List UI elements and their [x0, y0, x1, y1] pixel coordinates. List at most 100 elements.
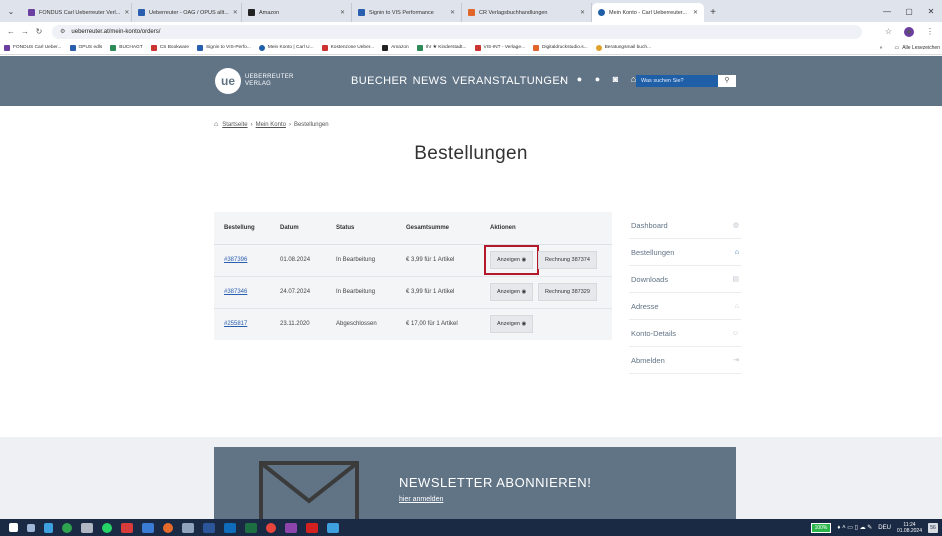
wifi-icon[interactable]: [44, 522, 53, 533]
bookmark-item[interactable]: Ihr ★ Kinderstadt...: [416, 44, 467, 51]
notifications-badge[interactable]: 56: [928, 522, 938, 533]
order-link[interactable]: #387346: [224, 289, 247, 295]
logout-icon: ⇥: [733, 357, 739, 364]
site-info-icon[interactable]: ⚙: [60, 28, 65, 35]
table-row: #255817 23.11.2020 Abgeschlossen € 17,00…: [214, 308, 612, 340]
browser-tab[interactable]: CR Verlagsbuchhandlungen ✕: [462, 3, 592, 22]
tab-close-icon[interactable]: ✕: [336, 9, 345, 16]
instagram-icon[interactable]: ◙: [611, 74, 620, 84]
tab-close-icon[interactable]: ✕: [689, 9, 698, 16]
acrobat-icon[interactable]: [306, 522, 318, 533]
tab-close-icon[interactable]: ✕: [446, 9, 455, 16]
facebook-icon[interactable]: ●: [593, 74, 602, 84]
bookmark-item[interactable]: Kostenzone Ueber...: [321, 44, 374, 51]
bookmark-star-icon[interactable]: ☆: [885, 27, 892, 36]
tab-close-icon[interactable]: ✕: [229, 9, 238, 16]
bookmark-label: VIS-INT - Verlage...: [483, 45, 526, 50]
bookmark-item[interactable]: Amazon: [382, 44, 409, 51]
start-icon[interactable]: [9, 523, 18, 532]
outlook-icon[interactable]: [224, 522, 236, 533]
bookmark-item[interactable]: Beratungsmail buch...: [595, 44, 651, 51]
nav-veranstaltungen[interactable]: VERANSTALTUNGEN: [452, 75, 568, 87]
bookmark-favicon-icon: [382, 44, 389, 51]
account-nav-details[interactable]: Konto-Details ☺: [629, 320, 741, 347]
search-taskbar-icon[interactable]: [27, 523, 35, 532]
pinterest-icon[interactable]: ●: [575, 74, 584, 84]
site-logo[interactable]: ue UEBERREUTER VERLAG: [215, 68, 294, 94]
view-order-button[interactable]: Anzeigen ◉: [490, 315, 534, 334]
button-label: Anzeigen: [497, 321, 520, 328]
bookmark-item[interactable]: BUCHAGT: [110, 44, 143, 51]
app-taskbar-icon[interactable]: [121, 522, 133, 533]
url-field[interactable]: ⚙ ueberreuter.at/mein-konto/orders/: [52, 24, 862, 39]
app-taskbar-icon[interactable]: [182, 522, 194, 533]
back-icon[interactable]: ←: [4, 27, 18, 36]
order-link[interactable]: #255817: [224, 321, 247, 327]
tab-close-icon[interactable]: ✕: [120, 9, 129, 16]
bookmark-item[interactable]: Signin to VIS-Perfo...: [197, 44, 251, 51]
account-nav-logout[interactable]: Abmelden ⇥: [629, 347, 741, 374]
app-taskbar-icon[interactable]: [327, 522, 339, 533]
close-window-icon[interactable]: ✕: [920, 7, 942, 16]
browser-tab[interactable]: Signin to VIS Performance ✕: [352, 3, 462, 22]
word-icon[interactable]: [203, 522, 215, 533]
excel-icon[interactable]: [245, 522, 257, 533]
browser-tab[interactable]: Ueberreuter - OAG / OPUS allt... ✕: [132, 3, 242, 22]
tiktok-icon[interactable]: ♪: [557, 74, 566, 84]
account-nav-dashboard[interactable]: Dashboard ◍: [629, 212, 741, 239]
bookmark-label: Signin to VIS-Perfo...: [206, 45, 251, 50]
invoice-button[interactable]: Rechnung 387329: [537, 283, 597, 301]
browser-taskbar-icon[interactable]: [62, 522, 72, 533]
tab-close-icon[interactable]: ✕: [576, 9, 585, 16]
app-taskbar-icon[interactable]: [81, 522, 93, 533]
tab-favicon-icon: [28, 9, 35, 16]
account-nav-orders[interactable]: Bestellungen ⌂: [629, 239, 741, 266]
view-order-button[interactable]: Anzeigen ◉: [490, 283, 534, 301]
browser-tab-active[interactable]: Mein Konto - Carl Ueberreuter... ✕: [592, 3, 704, 22]
app-taskbar-icon[interactable]: [285, 522, 297, 533]
bookmark-item[interactable]: CS Bookware: [150, 44, 189, 51]
new-tab-button[interactable]: +: [704, 3, 722, 22]
reload-icon[interactable]: ↻: [32, 27, 46, 36]
breadcrumb-account-link[interactable]: Mein Konto: [256, 122, 286, 128]
tray-icons[interactable]: ♦ ˄ ▭ ▯ ☁ ✎: [837, 524, 872, 531]
account-nav-label: Adresse: [631, 301, 659, 311]
bookmark-item[interactable]: Digitaldruckstudio.s...: [533, 44, 588, 51]
search-icon[interactable]: ⚲: [718, 75, 736, 87]
invoice-button[interactable]: Rechnung 387374: [537, 251, 597, 269]
breadcrumb-separator: ›: [250, 121, 253, 128]
search-input[interactable]: [636, 75, 718, 87]
table-row: #387346 24.07.2024 In Bearbeitung € 3,99…: [214, 276, 612, 309]
bookmark-item[interactable]: VIS-INT - Verlage...: [474, 44, 526, 51]
nav-buecher[interactable]: BUECHER: [351, 75, 408, 87]
bookmark-item[interactable]: FONDUS Carl Ueber...: [4, 44, 62, 51]
battery-indicator[interactable]: 100%: [810, 522, 832, 533]
whatsapp-icon[interactable]: [102, 522, 112, 533]
order-link[interactable]: #387396: [224, 257, 247, 263]
nav-news[interactable]: NEWS: [413, 75, 448, 87]
window-controls: — ▢ ✕: [876, 0, 942, 22]
minimize-icon[interactable]: —: [876, 7, 898, 16]
profile-avatar-icon[interactable]: ●: [904, 26, 914, 37]
chrome-icon[interactable]: [266, 522, 276, 533]
language-indicator[interactable]: DEU: [878, 525, 891, 531]
account-nav-downloads[interactable]: Downloads ▤: [629, 266, 741, 293]
all-bookmarks-link[interactable]: Alle Lesezeichen: [902, 45, 940, 51]
newsletter-signup-link[interactable]: hier anmelden: [399, 496, 443, 503]
bookmark-item[interactable]: OPUS edls: [69, 44, 102, 51]
breadcrumb-home-link[interactable]: Startseite: [222, 122, 247, 128]
browser-menu-icon[interactable]: ⋮: [926, 27, 934, 36]
browser-tab[interactable]: Amazon ✕: [242, 3, 352, 22]
bookmark-item[interactable]: Mein Konto | Carl U...: [258, 44, 314, 51]
bookmarks-overflow-button[interactable]: »: [880, 45, 883, 51]
app-taskbar-icon[interactable]: [142, 522, 154, 533]
app-taskbar-icon[interactable]: [163, 522, 173, 533]
clock[interactable]: 11:24 01.08.2024: [897, 522, 922, 534]
tab-title: Mein Konto - Carl Ueberreuter...: [609, 9, 687, 16]
forward-icon[interactable]: →: [18, 27, 32, 36]
tab-search-icon[interactable]: ⌄: [0, 0, 22, 22]
view-order-button[interactable]: Anzeigen ◉: [483, 245, 540, 275]
browser-tab[interactable]: FONDUS Carl Ueberreuter Verl... ✕: [22, 3, 132, 22]
maximize-icon[interactable]: ▢: [898, 7, 920, 16]
account-nav-address[interactable]: Adresse ⌂: [629, 293, 741, 320]
